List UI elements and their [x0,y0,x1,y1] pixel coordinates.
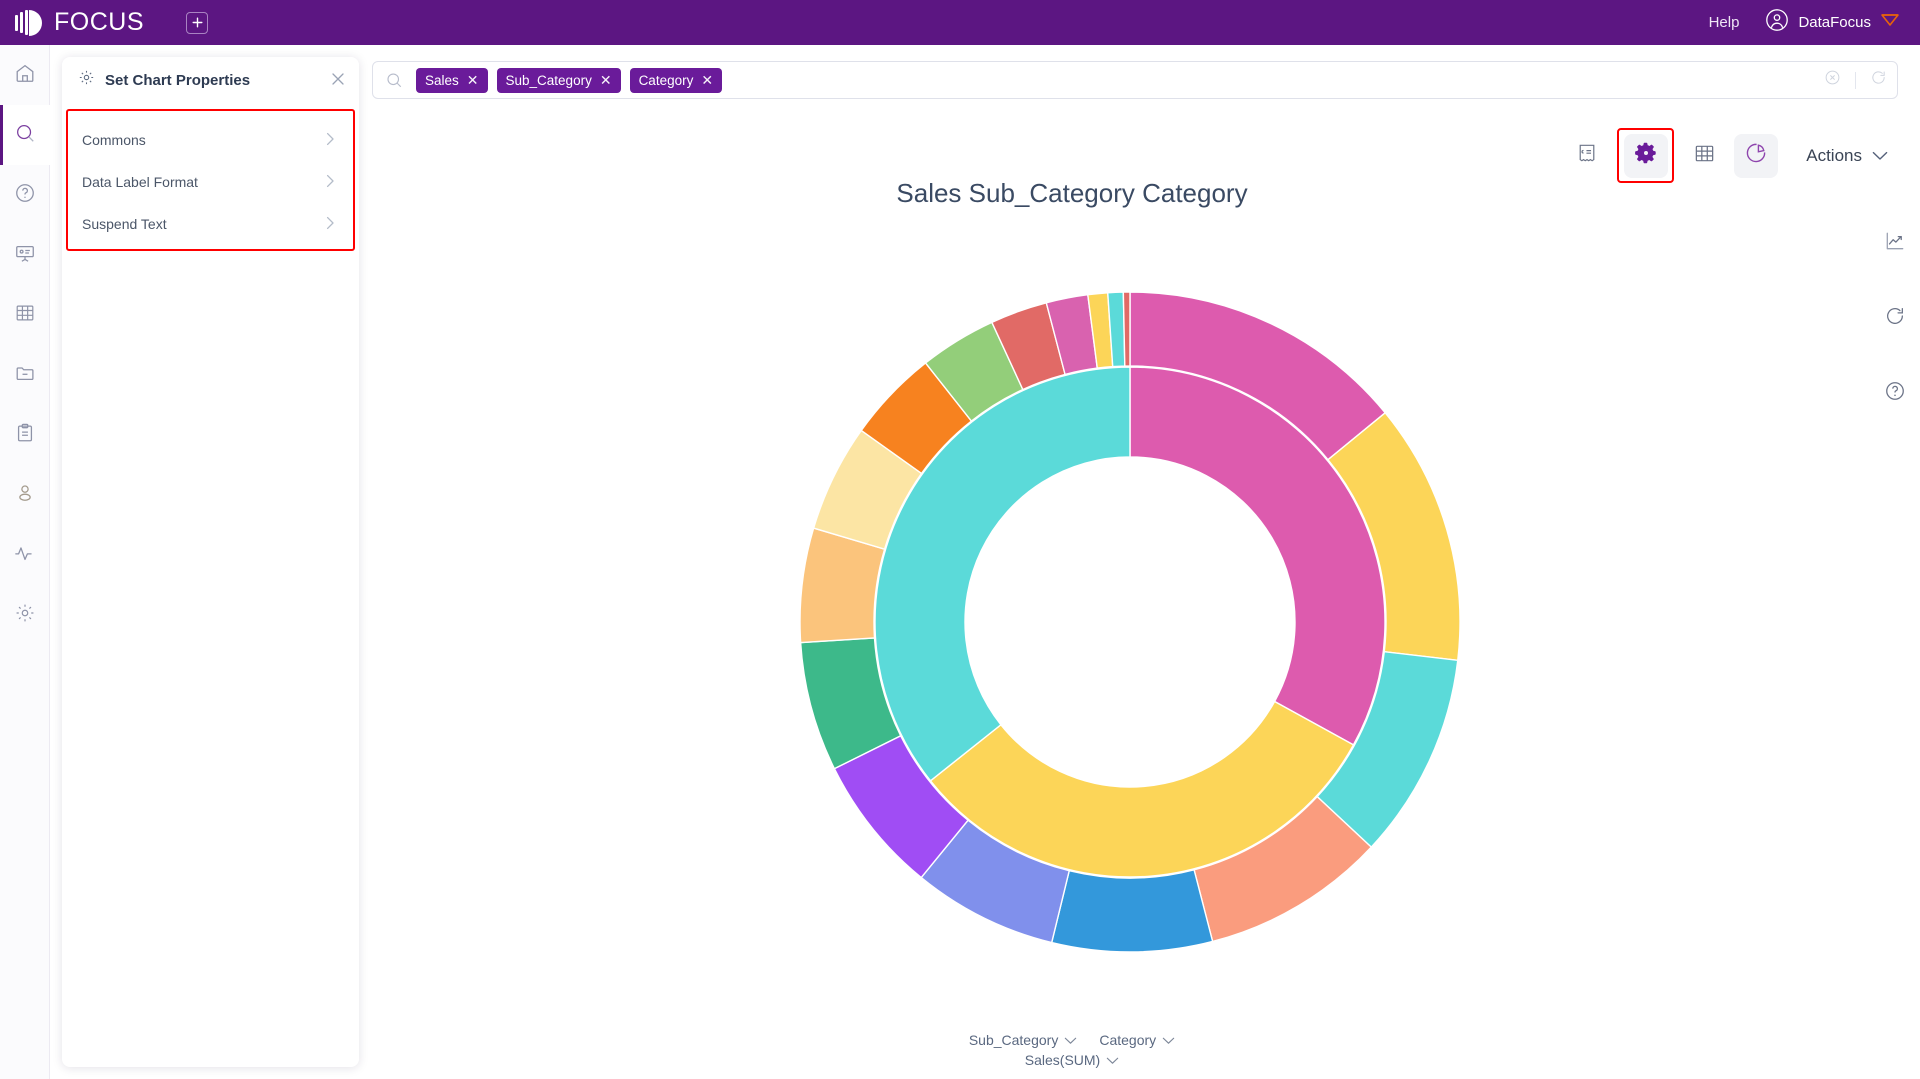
left-rail [0,45,50,1079]
chip-label: Sales [425,72,459,88]
close-icon[interactable]: ✕ [701,72,713,89]
gear-icon [1634,141,1658,170]
line-chart-icon[interactable] [1884,230,1906,257]
property-row-data-label-format[interactable]: Data Label Format [68,161,353,203]
focus-logo-icon [14,8,48,38]
close-icon[interactable]: ✕ [600,72,612,89]
axis-dimension-2[interactable]: Category [1099,1032,1175,1048]
sidebar-item-user[interactable] [0,465,50,525]
help-link[interactable]: Help [1709,14,1740,31]
chevron-right-icon [326,132,335,149]
sidebar-item-monitor[interactable] [0,525,50,585]
properties-list: Commons Data Label Format Suspend Text [66,109,355,251]
property-label: Suspend Text [82,216,167,232]
home-icon [14,62,36,89]
pie-chart-icon [1744,141,1768,170]
axis-label-group: Sub_Category Category Sales(SUM) [372,1032,1772,1068]
donut-slice-outer[interactable] [1050,868,1214,953]
folder-minus-icon [14,362,36,389]
property-row-suspend-text[interactable]: Suspend Text [68,203,353,245]
axis-dimension-2-label: Category [1099,1032,1157,1048]
axis-dimension-1-label: Sub_Category [968,1032,1059,1048]
search-chip[interactable]: Sub_Category ✕ [496,67,621,93]
receipt-formula-icon [1576,142,1598,169]
clear-circle-icon[interactable] [1824,69,1841,91]
sidebar-item-home[interactable] [0,45,50,105]
chevron-down-icon [1106,1052,1119,1068]
clipboard-icon [14,422,36,449]
presentation-screen-icon [14,242,36,269]
user-name: DataFocus [1798,14,1871,31]
chevron-down-icon [1162,1032,1175,1048]
axis-measure[interactable]: Sales(SUM) [1025,1052,1119,1068]
sidebar-item-table[interactable] [0,285,50,345]
chevron-right-icon [326,216,335,233]
top-bar: FOCUS Help DataFocus [0,0,1920,45]
brand-name: FOCUS [54,8,144,36]
chip-label: Category [638,72,694,88]
panel-header: Set Chart Properties [62,57,359,103]
sidebar-item-clipboard[interactable] [0,405,50,465]
question-circle-icon[interactable] [1884,380,1906,407]
actions-label: Actions [1806,145,1862,165]
diamond-badge-icon [1880,11,1900,34]
property-label: Data Label Format [82,174,198,190]
search-input[interactable] [732,71,1824,89]
page-title: Set Chart Properties [105,71,251,89]
sidebar-item-folder[interactable] [0,345,50,405]
sidebar-item-presentation[interactable] [0,225,50,285]
divider [1855,71,1856,89]
gear-icon [78,69,95,91]
search-actions [1824,69,1887,91]
question-circle-icon [14,182,36,209]
chevron-right-icon [326,174,335,191]
search-chip[interactable]: Sales ✕ [416,67,488,93]
plus-square-icon[interactable] [186,11,208,34]
table-view-button[interactable] [1682,134,1726,178]
topbar-right-group: Help DataFocus [1709,8,1900,37]
sunburst-donut-chart[interactable] [730,222,1530,1022]
chart-toolbar: Actions [1565,128,1888,183]
sidebar-item-help[interactable] [0,165,50,225]
chevron-down-icon [1064,1032,1077,1048]
user-icon [14,482,36,509]
chart-properties-button[interactable] [1623,133,1668,178]
grid-table-icon [14,302,36,329]
property-row-commons[interactable]: Commons [68,119,353,161]
formula-button[interactable] [1565,134,1609,178]
actions-button[interactable]: Actions [1806,146,1888,166]
close-icon[interactable]: ✕ [467,72,479,89]
search-chip[interactable]: Category ✕ [629,67,723,93]
close-icon[interactable] [331,72,345,89]
axis-dimension-1[interactable]: Sub_Category [969,1032,1078,1048]
chart-properties-button-selected-frame[interactable] [1617,128,1675,183]
user-circle-icon [1765,8,1789,37]
pulse-activity-icon [13,542,37,569]
sidebar-item-settings[interactable] [0,585,50,645]
refresh-icon[interactable] [1884,305,1906,332]
search-bar[interactable]: Sales ✕ Sub_Category ✕ Category ✕ [372,61,1898,99]
chevron-down-icon [1872,146,1888,166]
user-menu[interactable]: DataFocus [1765,8,1900,37]
search-icon [385,71,407,89]
set-chart-properties-panel: Set Chart Properties Commons Data Label … [62,57,359,1067]
search-icon [14,122,36,149]
sidebar-item-search[interactable] [0,105,50,165]
chart-title: Sales Sub_Category Category [896,178,1248,208]
brand-logo[interactable]: FOCUS [14,8,144,38]
chart-type-button[interactable] [1734,133,1779,178]
gear-icon [14,602,36,629]
inner-ring-category[interactable] [874,366,1386,878]
right-tool-strip [1884,230,1906,407]
grid-table-icon [1693,142,1716,170]
property-label: Commons [82,132,146,148]
axis-measure-label: Sales(SUM) [1024,1052,1101,1068]
chip-label: Sub_Category [505,72,592,88]
donut-slice-outer[interactable] [1122,291,1131,367]
refresh-icon[interactable] [1870,69,1887,91]
